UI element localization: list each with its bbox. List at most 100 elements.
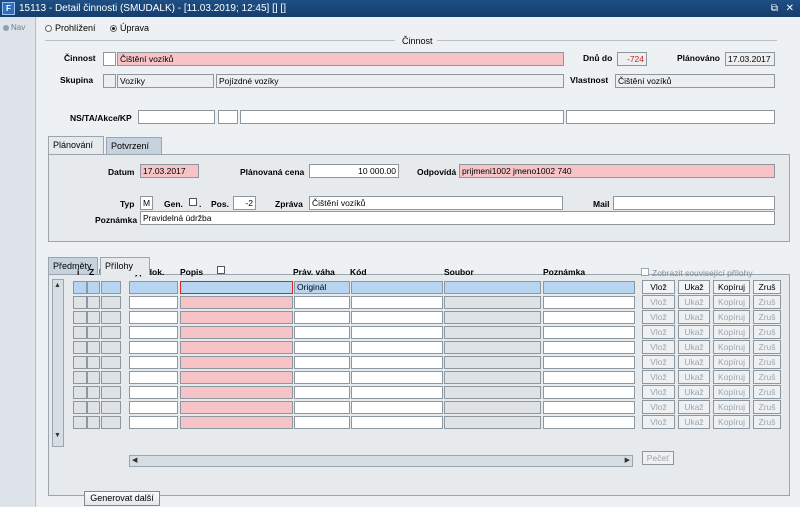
cinnost-field[interactable]: Čištění vozíků (117, 52, 564, 66)
cell-soubor[interactable] (444, 371, 541, 384)
kopiruj-button[interactable]: Kopíruj (713, 355, 750, 369)
show-related-checkbox[interactable] (641, 268, 649, 276)
cell-i[interactable] (73, 371, 87, 384)
cell-prav[interactable] (294, 311, 350, 324)
scroll-down-icon[interactable]: ▼ (54, 432, 61, 439)
cell-ulo[interactable] (101, 356, 121, 369)
cell-i[interactable] (73, 281, 87, 294)
cell-poznamka[interactable] (543, 281, 635, 294)
cell-z[interactable] (87, 371, 100, 384)
zrus-button[interactable]: Zruš (753, 355, 781, 369)
cell-z[interactable] (87, 416, 100, 429)
cell-ulo[interactable] (101, 281, 121, 294)
kopiruj-button[interactable]: Kopíruj (713, 340, 750, 354)
cell-kod[interactable] (351, 296, 443, 309)
zrus-button[interactable]: Zruš (753, 400, 781, 414)
mode-browse-radio[interactable]: Prohlížení (45, 23, 96, 33)
ukaz-button[interactable]: Ukaž (678, 340, 710, 354)
cell-z[interactable] (87, 341, 100, 354)
vloz-button[interactable]: Vlož (642, 295, 675, 309)
cell-prav[interactable] (294, 296, 350, 309)
kopiruj-button[interactable]: Kopíruj (713, 370, 750, 384)
cell-ulo[interactable] (101, 416, 121, 429)
cell-prav[interactable] (294, 416, 350, 429)
ta-field[interactable] (218, 110, 238, 124)
cell-popis[interactable] (180, 371, 293, 384)
cell-z[interactable] (87, 356, 100, 369)
cell-popis[interactable] (180, 416, 293, 429)
cell-popis[interactable] (180, 356, 293, 369)
vloz-button[interactable]: Vlož (642, 310, 675, 324)
ukaz-button[interactable]: Ukaž (678, 400, 710, 414)
cell-typ[interactable] (129, 341, 178, 354)
zprava-field[interactable]: Čištění vozíků (309, 196, 563, 210)
typ-field[interactable]: M (140, 196, 153, 210)
popis-checkbox[interactable] (217, 266, 225, 274)
cell-prav[interactable] (294, 371, 350, 384)
cell-poznamka[interactable] (543, 326, 635, 339)
cell-soubor[interactable] (444, 311, 541, 324)
scroll-right-icon[interactable]: ▶ (625, 456, 630, 464)
cell-ulo[interactable] (101, 386, 121, 399)
cell-typ[interactable] (129, 281, 178, 294)
zrus-button[interactable]: Zruš (753, 325, 781, 339)
kopiruj-button[interactable]: Kopíruj (713, 280, 750, 294)
cell-popis[interactable] (180, 281, 293, 294)
cell-popis[interactable] (180, 326, 293, 339)
zrus-button[interactable]: Zruš (753, 295, 781, 309)
zrus-button[interactable]: Zruš (753, 340, 781, 354)
cell-prav[interactable] (294, 341, 350, 354)
cell-poznamka[interactable] (543, 371, 635, 384)
cell-prav[interactable] (294, 326, 350, 339)
grid-vertical-scrollbar[interactable]: ▲ ▼ (52, 279, 64, 447)
nav-toggle[interactable]: Nav (3, 23, 25, 32)
kopiruj-button[interactable]: Kopíruj (713, 400, 750, 414)
datum-field[interactable]: 17.03.2017 (140, 164, 199, 178)
tab-prilohy[interactable]: Přílohy (100, 257, 150, 275)
cell-i[interactable] (73, 296, 87, 309)
close-icon[interactable]: ✕ (786, 0, 794, 17)
odpovida-field[interactable]: prijmeni1002 jmeno1002 740 (459, 164, 775, 178)
cell-typ[interactable] (129, 371, 178, 384)
cell-kod[interactable] (351, 416, 443, 429)
ukaz-button[interactable]: Ukaž (678, 310, 710, 324)
cell-kod[interactable] (351, 386, 443, 399)
cell-soubor[interactable] (444, 281, 541, 294)
cell-i[interactable] (73, 386, 87, 399)
tab-potvrzeni[interactable]: Potvrzení (106, 137, 162, 154)
zrus-button[interactable]: Zruš (753, 415, 781, 429)
kp-field[interactable] (566, 110, 775, 124)
cell-ulo[interactable] (101, 341, 121, 354)
cell-i[interactable] (73, 326, 87, 339)
vloz-button[interactable]: Vlož (642, 385, 675, 399)
cell-soubor[interactable] (444, 416, 541, 429)
poznamka-field[interactable]: Pravidelná údržba (140, 211, 775, 225)
cell-kod[interactable] (351, 326, 443, 339)
cell-prav[interactable] (294, 401, 350, 414)
cell-ulo[interactable] (101, 401, 121, 414)
cell-popis[interactable] (180, 386, 293, 399)
cell-typ[interactable] (129, 386, 178, 399)
cell-typ[interactable] (129, 401, 178, 414)
cell-z[interactable] (87, 311, 100, 324)
kopiruj-button[interactable]: Kopíruj (713, 325, 750, 339)
mode-edit-radio[interactable]: Úprava (110, 23, 149, 33)
cell-z[interactable] (87, 296, 100, 309)
cell-i[interactable] (73, 356, 87, 369)
kopiruj-button[interactable]: Kopíruj (713, 385, 750, 399)
cell-prav[interactable]: Originál (294, 281, 350, 294)
cell-i[interactable] (73, 401, 87, 414)
cell-soubor[interactable] (444, 356, 541, 369)
cell-prav[interactable] (294, 356, 350, 369)
ns-field[interactable] (138, 110, 215, 124)
pecet-button[interactable]: Pečeť (642, 451, 674, 465)
ukaz-button[interactable]: Ukaž (678, 280, 710, 294)
vloz-button[interactable]: Vlož (642, 400, 675, 414)
vloz-button[interactable]: Vlož (642, 415, 675, 429)
cell-soubor[interactable] (444, 296, 541, 309)
cinnost-code-field[interactable] (103, 52, 116, 66)
cell-poznamka[interactable] (543, 311, 635, 324)
cell-poznamka[interactable] (543, 386, 635, 399)
cell-prav[interactable] (294, 386, 350, 399)
cell-kod[interactable] (351, 341, 443, 354)
